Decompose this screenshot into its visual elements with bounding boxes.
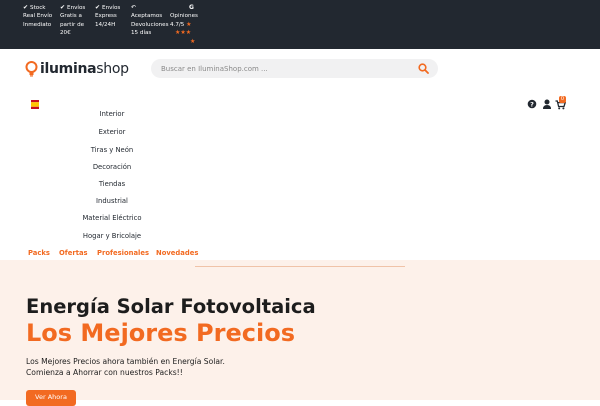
google-icon: G [189,4,194,11]
menu-item-decoracion[interactable]: Decoración [60,163,164,171]
hero-description-line-1: Los Mejores Precios ahora también en Ene… [26,357,225,366]
hero-title: Energía Solar Fotovoltaica [26,295,316,318]
brand-name-regular: shop [96,61,129,77]
help-icon[interactable]: ? [527,97,537,111]
menu-item-exterior[interactable]: Exterior [60,128,164,136]
subnav-ofertas[interactable]: Ofertas [59,249,88,257]
cart-button[interactable]: 0 [555,96,569,111]
star-icon: ★ [185,29,192,37]
search-icon[interactable] [418,63,429,74]
subnav-divider [195,266,405,267]
spain-flag-icon[interactable] [31,100,39,109]
topbar-item-returns: ↶ Aceptamos Devoluciones 15 días [131,4,169,37]
topbar-item-express: ✔ Envíos Express 14/24H [95,4,121,28]
check-icon: ✔ [95,4,101,11]
hero-subtitle: Los Mejores Precios [26,319,295,347]
hero-description-line-2: Comienza a Ahorrar con nuestros Packs!! [26,368,183,377]
subnav-profesionales[interactable]: Profesionales [97,249,149,257]
brand-name-bold: ilumina [40,61,97,77]
star-icon: ★ [186,20,192,28]
check-icon: ✔ [60,4,66,11]
site-logo[interactable]: ilumina shop [25,58,129,80]
hero-banner: Energía Solar Fotovoltaica Los Mejores P… [0,260,600,406]
topbar-item-reviews[interactable]: G Opiniones 4.7/5 ★ ★★★ ★ [170,4,198,46]
top-info-bar: ✔ Stock Real Envío Inmediato ✔ Envíos Grat… [0,0,600,49]
svg-text:?: ? [530,100,534,108]
topbar-item-stock: ✔ Stock Real Envío Inmediato [23,4,53,28]
star-icon: ★ [190,37,196,45]
menu-item-material-electrico[interactable]: Material Eléctrico [60,214,164,222]
check-icon: ✔ [23,4,29,11]
user-icon[interactable] [542,97,552,111]
return-icon: ↶ [131,4,137,11]
search-input[interactable] [161,62,411,75]
subnav-packs[interactable]: Packs [28,249,50,257]
menu-item-tiras-neon[interactable]: Tiras y Neón [60,146,164,154]
site-header: ilumina shop [0,49,600,89]
menu-item-hogar-bricolaje[interactable]: Hogar y Bricolaje [60,232,164,240]
topbar-item-free-shipping: ✔ Envíos Gratis a partir de 20€ [60,4,86,37]
secondary-nav: Packs Ofertas Profesionales Novedades [0,247,600,260]
menu-item-industrial[interactable]: Industrial [60,197,164,205]
menu-item-interior[interactable]: Interior [60,110,164,118]
bulb-icon [25,61,38,77]
cart-count-badge: 0 [559,96,566,103]
menu-item-tiendas[interactable]: Tiendas [60,180,164,188]
ver-ahora-button[interactable]: Ver Ahora [26,390,76,406]
subnav-novedades[interactable]: Novedades [156,249,198,257]
search-box [151,59,438,78]
